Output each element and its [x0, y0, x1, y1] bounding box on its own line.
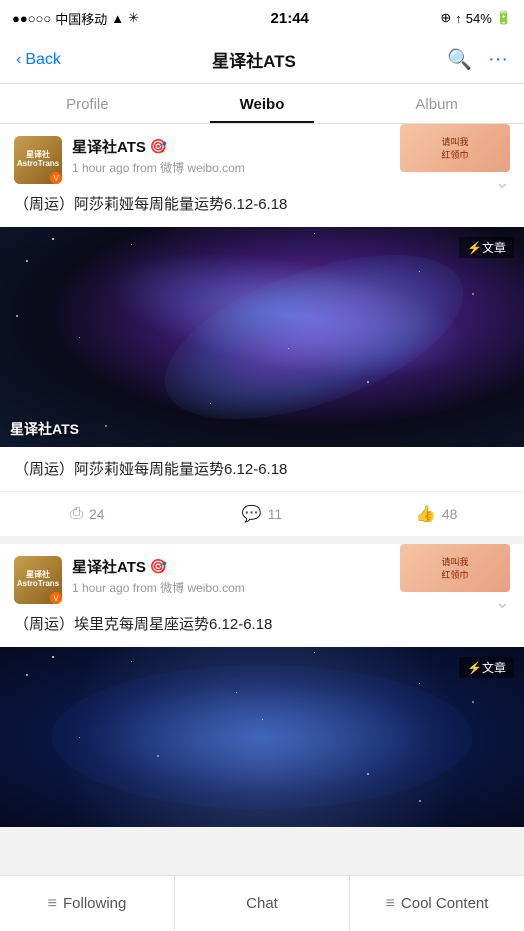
battery-icon: 🔋: [496, 10, 512, 26]
post-text: （周运）阿莎莉娅每周能量运势6.12-6.18: [14, 194, 510, 217]
more-icon[interactable]: ···: [488, 48, 508, 71]
carrier: 中国移动: [55, 9, 107, 28]
tab-bar: Profile Weibo Album: [0, 84, 524, 124]
avatar[interactable]: 星译社AstroTrans V: [14, 556, 62, 604]
back-button[interactable]: ‹ Back: [16, 51, 61, 69]
nav-actions: 🔍 ···: [447, 47, 508, 72]
status-right: ⊕ ↑ 54% 🔋: [440, 10, 512, 26]
nav-chat[interactable]: Chat: [175, 876, 350, 931]
tab-weibo[interactable]: Weibo: [175, 84, 350, 123]
comment-button[interactable]: 💬 11: [175, 492, 350, 536]
avatar[interactable]: 星译社AstroTrans V: [14, 136, 62, 184]
post-image-label-2: ⚡文章: [459, 657, 514, 678]
following-icon: ≡: [48, 895, 57, 913]
stars-decoration: [0, 227, 524, 447]
location-icon: ⊕: [440, 10, 451, 26]
post-card: 星译社AstroTrans V 星译社ATS 🎯 1 hour ago from…: [0, 544, 524, 827]
username-emoji: 🎯: [150, 558, 167, 575]
chat-label: Chat: [246, 895, 278, 912]
repost-icon: ⎙: [70, 505, 83, 523]
arrow-icon: ↑: [455, 11, 462, 26]
status-bar: ●●○○○ 中国移动 ▲ ✳ 21:44 ⊕ ↑ 54% 🔋: [0, 0, 524, 36]
promo-banner: 请叫我红领巾: [400, 124, 510, 172]
post-link-title[interactable]: （周运）阿莎莉娅每周能量运势6.12-6.18: [14, 447, 510, 492]
content-area: 星译社AstroTrans V 星译社ATS 🎯 1 hour ago from…: [0, 124, 524, 891]
repost-count: 24: [89, 506, 105, 522]
post-image-caption: 星译社ATS: [10, 419, 79, 439]
comment-icon: 💬: [242, 504, 262, 524]
nav-bar: ‹ Back 星译社ATS 🔍 ···: [0, 36, 524, 84]
like-button[interactable]: 👍 48: [349, 492, 524, 536]
coolcontent-icon: ≡: [386, 895, 395, 913]
stars-decoration: [0, 647, 524, 827]
signal-dots: ●●○○○: [12, 11, 51, 26]
post-actions: ⎙ 24 💬 11 👍 48: [0, 491, 524, 536]
wifi-icon: ▲: [111, 11, 124, 26]
promo-banner: 请叫我红领巾: [400, 544, 510, 592]
bottom-nav: ≡ Following Chat ≡ Cool Content: [0, 875, 524, 931]
post-header: 星译社AstroTrans V 星译社ATS 🎯 1 hour ago from…: [14, 556, 510, 604]
tab-profile[interactable]: Profile: [0, 84, 175, 123]
verified-badge: V: [50, 172, 62, 184]
back-label: Back: [25, 51, 61, 69]
activity-icon: ✳: [128, 10, 139, 26]
page-title: 星译社ATS: [212, 47, 296, 72]
search-icon[interactable]: 🔍: [447, 47, 472, 72]
verified-badge: V: [50, 592, 62, 604]
repost-button[interactable]: ⎙ 24: [0, 492, 175, 536]
coolcontent-label: Cool Content: [401, 895, 489, 912]
time: 21:44: [271, 10, 309, 27]
like-icon: 👍: [416, 504, 436, 524]
like-count: 48: [442, 506, 458, 522]
status-left: ●●○○○ 中国移动 ▲ ✳: [12, 9, 139, 28]
dropdown-arrow-icon[interactable]: ⌄: [495, 592, 510, 613]
comment-count: 11: [268, 506, 283, 522]
post-header: 星译社AstroTrans V 星译社ATS 🎯 1 hour ago from…: [14, 136, 510, 184]
back-chevron-icon: ‹: [16, 51, 21, 69]
post-text: （周运）埃里克每周星座运势6.12-6.18: [14, 614, 510, 637]
dropdown-arrow-icon[interactable]: ⌄: [495, 172, 510, 193]
username-emoji: 🎯: [150, 138, 167, 155]
nav-following[interactable]: ≡ Following: [0, 876, 175, 931]
nav-coolcontent[interactable]: ≡ Cool Content: [350, 876, 524, 931]
post-card: 星译社AstroTrans V 星译社ATS 🎯 1 hour ago from…: [0, 124, 524, 536]
post-image[interactable]: ⚡文章 星译社ATS: [0, 227, 524, 447]
post-image-label: ⚡文章: [459, 237, 514, 258]
following-label: Following: [63, 895, 126, 912]
post-image-2[interactable]: ⚡文章: [0, 647, 524, 827]
battery-percent: 54%: [466, 11, 492, 26]
tab-album[interactable]: Album: [349, 84, 524, 123]
